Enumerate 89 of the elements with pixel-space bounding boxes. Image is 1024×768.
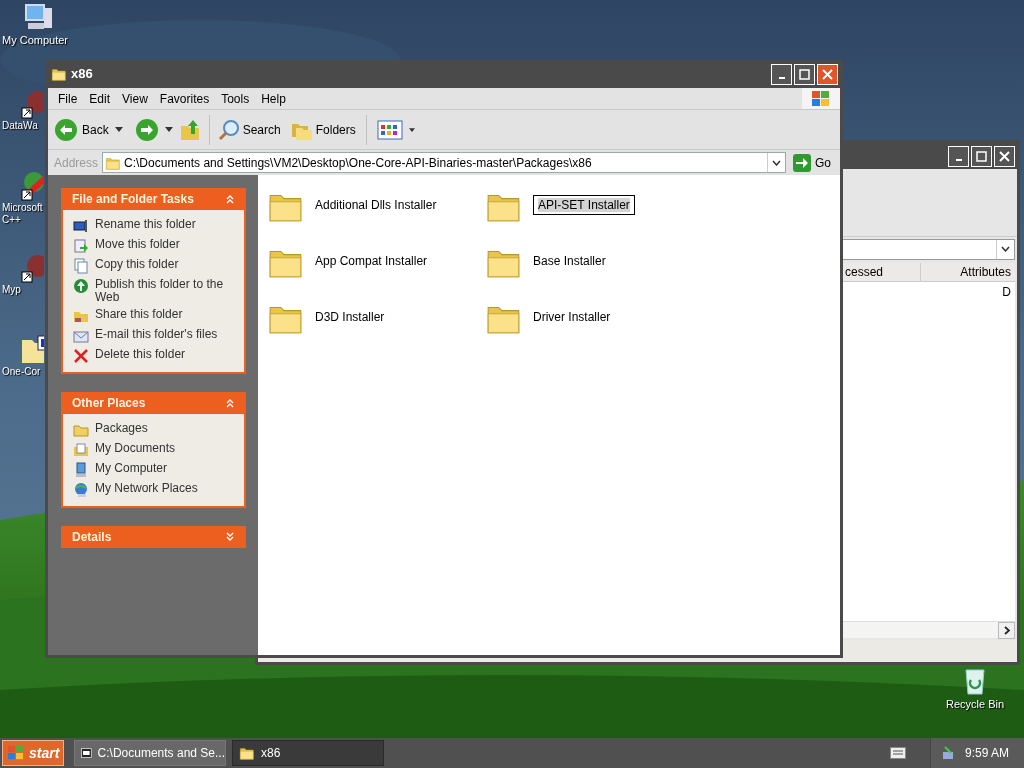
folder-icon [73,422,89,438]
task-link[interactable]: My Documents [95,442,235,455]
maximize-button[interactable] [971,145,992,167]
minimize-icon [778,77,785,79]
address-field[interactable]: C:\Documents and Settings\VM2\Desktop\One-Core-API-Binaries-master\Packages\x86 [102,152,786,173]
rename-field[interactable]: API-SET Installer [533,195,635,215]
task-link[interactable]: Packages [95,422,235,435]
task-link[interactable]: My Computer [95,462,235,475]
close-button[interactable] [817,63,838,85]
chevron-down-icon [772,159,781,166]
menu-item[interactable]: Favorites [153,89,216,108]
task-link[interactable]: My Network Places [95,482,235,495]
task-link[interactable]: E-mail this folder's files [95,328,235,341]
windows-logo-icon [7,745,25,761]
clock: 9:59 AM [965,745,1010,762]
task-link[interactable]: Copy this folder [95,258,235,271]
minimize-button[interactable] [948,145,969,167]
taskbar-button[interactable]: x86 [232,740,384,766]
task-link[interactable]: Move this folder [95,238,235,251]
panel-title: Other Places [72,395,146,412]
windows-logo-icon [811,89,831,108]
search-icon [217,118,240,141]
task-link[interactable]: Publish this folder to the Web [95,278,235,304]
folder-name[interactable]: Driver Installer [533,308,611,326]
envelope-icon [73,328,89,344]
folder-name[interactable]: D3D Installer [315,308,385,326]
panel-title: File and Folder Tasks [72,191,194,208]
maximize-icon [799,68,810,80]
folder-name[interactable]: Base Installer [533,252,606,270]
folder-icon [51,66,67,82]
desktop-icon-label: My Computer [1,34,70,46]
network-icon [73,482,89,498]
globe-icon [73,278,89,294]
copy-icon [73,258,89,274]
window-title: x86 [71,65,94,84]
close-icon [999,150,1010,162]
desktop-icon-label: DataWa [1,120,39,132]
minimize-icon [955,159,962,161]
column-header[interactable]: Attributes [920,263,1015,281]
menu-item[interactable]: File [52,89,84,108]
shortcut-icon[interactable] [20,88,44,120]
keyboard-icon[interactable] [890,747,906,759]
document-icon[interactable] [20,334,44,366]
caret-icon[interactable] [408,127,415,132]
folder-icon [239,745,255,761]
desktop-icon-label: One-Cor [1,366,42,378]
views-icon[interactable] [376,119,403,140]
taskbar-button[interactable]: C:\Documents and Se... [74,740,226,766]
archive-icon [81,746,92,760]
maximize-icon [976,150,987,162]
shortcut-icon[interactable] [20,252,44,284]
address-field[interactable] [842,238,1015,260]
rename-icon [73,218,89,234]
desktop-icon-label: Recycle Bin [945,697,1005,712]
minimize-button[interactable] [771,63,792,85]
folders-button[interactable]: Folders [290,118,356,141]
task-link[interactable]: Share this folder [95,308,235,321]
task-link[interactable]: Delete this folder [95,348,235,361]
collapse-icon[interactable] [225,194,235,204]
address-label: Address [54,154,99,172]
chevron-right-icon [1003,626,1010,635]
scroll-right-button[interactable] [998,622,1015,639]
maximize-button[interactable] [794,63,815,85]
desktop-icon-label: Myp [1,284,22,296]
close-icon [822,68,833,80]
collapse-icon[interactable] [225,398,235,408]
panel-title: Details [72,529,112,546]
table-cell-text: D [1002,284,1011,301]
address-text: C:\Documents and Settings\VM2\Desktop\One-Core-API-Binaries-master\Packages\x86 [124,154,593,172]
folder-name[interactable]: App Compat Installer [315,252,428,270]
documents-icon [73,442,89,458]
desktop-icon-label: Microsoft C++ [1,202,44,226]
search-button[interactable]: Search [217,118,281,141]
go-button[interactable]: Go [790,153,840,172]
caret-icon[interactable] [114,127,123,132]
chevron-down-icon [1001,246,1010,252]
computer-icon [73,462,89,478]
move-icon [73,238,89,254]
menu-item[interactable]: View [116,89,154,108]
caret-icon[interactable] [164,127,173,132]
folder-name[interactable]: Additional Dlls Installer [315,196,437,214]
menu-item[interactable]: Tools [215,89,256,108]
menu-item[interactable]: Help [255,89,292,108]
task-link[interactable]: Rename this folder [95,218,235,231]
delete-icon [73,348,89,364]
expand-icon[interactable] [225,532,235,542]
menu-item[interactable]: Edit [83,89,117,108]
back-button[interactable]: Back [54,117,109,142]
close-button[interactable] [994,145,1015,167]
